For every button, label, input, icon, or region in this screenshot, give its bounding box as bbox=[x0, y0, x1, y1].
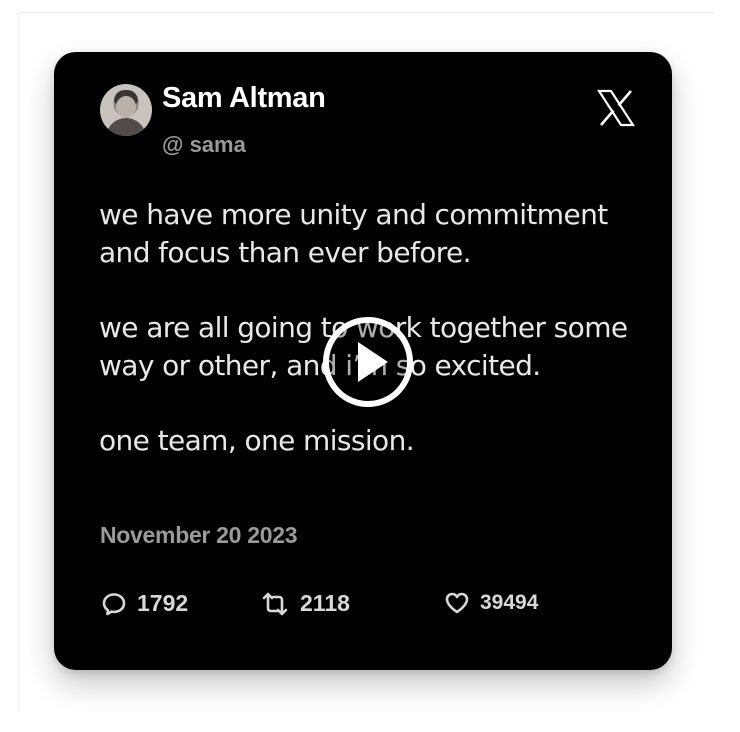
like-stat[interactable]: 39494 bbox=[444, 590, 538, 616]
reply-count: 1792 bbox=[137, 590, 189, 616]
author-handle[interactable]: @ sama bbox=[162, 132, 246, 158]
x-logo-icon[interactable] bbox=[596, 88, 636, 128]
reply-stat[interactable]: 1792 bbox=[101, 590, 188, 617]
avatar-body bbox=[106, 118, 146, 136]
avatar[interactable] bbox=[100, 84, 152, 136]
retweet-icon bbox=[262, 592, 288, 615]
author-name[interactable]: Sam Altman bbox=[162, 82, 326, 115]
tweet-paragraph: one team, one mission. bbox=[99, 424, 415, 457]
retweet-count: 2118 bbox=[300, 590, 350, 616]
tweet-date: November 20 2023 bbox=[100, 522, 298, 548]
comment-bubble-icon bbox=[102, 592, 126, 615]
heart-icon bbox=[445, 592, 469, 614]
like-count: 39494 bbox=[480, 591, 539, 614]
tweet-paragraph: we have more unity and commitment and fo… bbox=[99, 198, 608, 269]
avatar-face bbox=[116, 96, 136, 118]
play-icon[interactable] bbox=[322, 316, 414, 408]
retweet-stat[interactable]: 2118 bbox=[260, 590, 350, 617]
tweet-card[interactable]: Sam Altman @ sama we have more unity and… bbox=[54, 52, 672, 670]
